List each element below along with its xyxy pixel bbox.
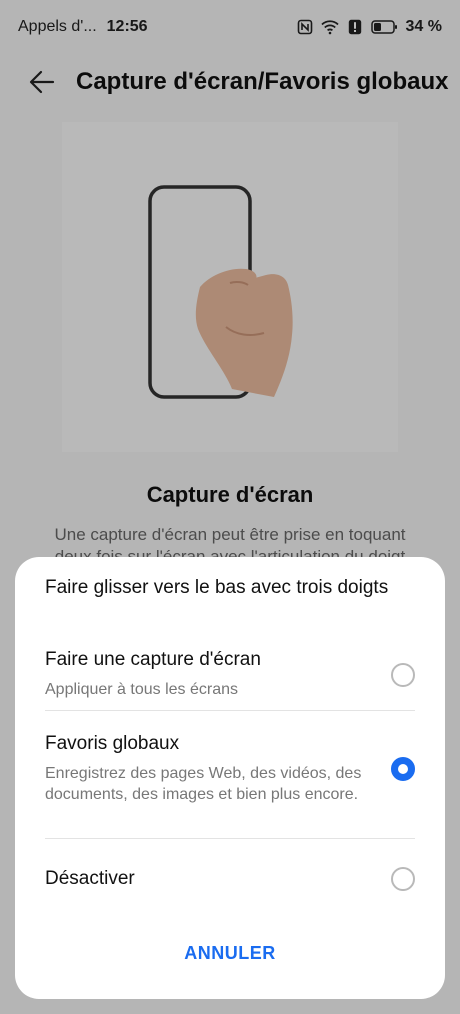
radio-button-selected[interactable] [391,757,415,781]
option-label: Désactiver [45,868,135,889]
option-label: Faire une capture d'écran [45,649,261,670]
bottom-sheet: Faire glisser vers le bas avec trois doi… [15,557,445,999]
radio-button[interactable] [391,662,415,687]
cancel-button[interactable]: ANNULER [15,943,445,964]
option-favoris[interactable]: Favoris globaux Enregistrez des pages We… [45,733,415,805]
option-description: Appliquer à tous les écrans [45,681,238,698]
divider [45,710,415,711]
radio-button[interactable] [391,867,415,891]
option-description: Enregistrez des pages Web, des vidéos, d… [45,765,362,803]
option-label: Favoris globaux [45,733,180,754]
option-desactiver[interactable]: Désactiver [45,867,415,891]
sheet-title: Faire glisser vers le bas avec trois doi… [45,577,389,598]
settings-screen: Appels d'... 12:56 34 % Capture d'écran/… [0,0,460,1014]
divider [45,838,415,839]
option-capture[interactable]: Faire une capture d'écran Appliquer à to… [45,649,415,700]
